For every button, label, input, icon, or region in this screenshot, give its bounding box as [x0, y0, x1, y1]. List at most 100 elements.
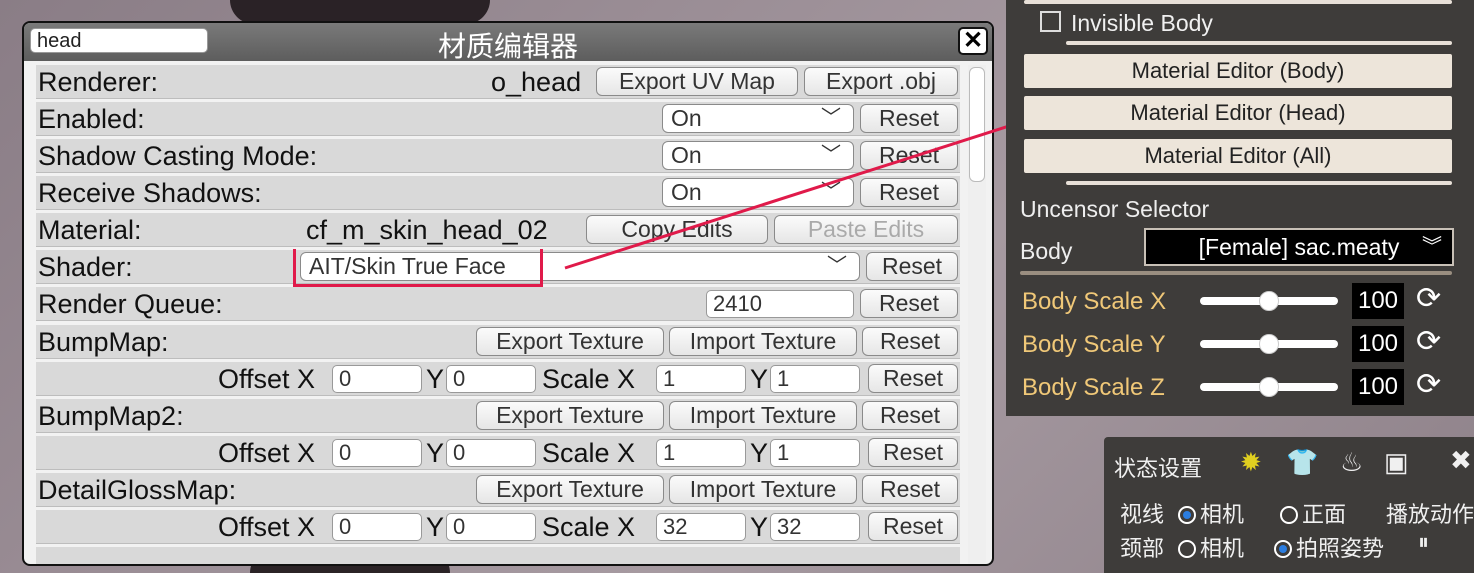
- bumpmap2-scale-y-input[interactable]: 1: [770, 439, 860, 467]
- body-scale-z-reset-icon[interactable]: ⟳: [1416, 367, 1441, 402]
- render-queue-input[interactable]: 2410: [706, 290, 854, 318]
- status-settings-title: 状态设置: [1114, 456, 1203, 481]
- bumpmap2-offset-y-input[interactable]: 0: [446, 439, 536, 467]
- material-value: cf_m_skin_head_02: [306, 215, 548, 245]
- detailglossmap-import-texture-button[interactable]: Import Texture: [669, 475, 857, 504]
- receive-shadows-label: Receive Shadows:: [38, 178, 262, 208]
- y-label: Y: [426, 364, 445, 394]
- shadow-casting-label: Shadow Casting Mode:: [38, 141, 318, 171]
- close-icon[interactable]: ✖: [1450, 445, 1472, 476]
- enabled-reset-button[interactable]: Reset: [860, 104, 958, 133]
- detailglossmap-scale-y-input[interactable]: 32: [770, 513, 860, 541]
- body-scale-x-value[interactable]: 100: [1352, 283, 1404, 319]
- shadow-casting-row: Shadow Casting Mode: On ﹀ Reset: [36, 139, 960, 173]
- material-editor-body-button[interactable]: Material Editor (Body): [1024, 54, 1452, 88]
- receive-shadows-dropdown[interactable]: On ﹀: [662, 178, 854, 207]
- y-label: Y: [426, 512, 445, 542]
- body-dropdown[interactable]: [Female] sac.meaty ︾: [1144, 228, 1454, 266]
- body-scale-y-value[interactable]: 100: [1352, 326, 1404, 362]
- body-scale-y-knob[interactable]: [1259, 334, 1279, 354]
- copy-edits-button[interactable]: Copy Edits: [586, 215, 768, 244]
- body-scale-x-reset-icon[interactable]: ⟳: [1416, 281, 1441, 316]
- detailglossmap-row: DetailGlossMap: Export Texture Import Te…: [36, 473, 960, 507]
- bumpmap2-offset-x-input[interactable]: 0: [332, 439, 422, 467]
- enabled-dropdown[interactable]: On ﹀: [662, 104, 854, 133]
- radio-selected-icon: [1274, 540, 1292, 558]
- chevron-down-icon: ﹀: [821, 181, 841, 203]
- bumpmap-offset-reset-button[interactable]: Reset: [868, 364, 958, 393]
- neck-photo-pose-radio[interactable]: 拍照姿势: [1274, 531, 1384, 563]
- detailglossmap-label: DetailGlossMap:: [38, 475, 237, 505]
- window-title: 材质编辑器: [437, 31, 578, 62]
- bumpmap2-label: BumpMap2:: [38, 401, 184, 431]
- chevron-down-icon: ﹀: [827, 255, 847, 277]
- gaze-camera-radio[interactable]: 相机: [1178, 497, 1244, 529]
- shadow-casting-value: On: [671, 142, 702, 168]
- bumpmap-row: BumpMap: Export Texture Import Texture R…: [36, 325, 960, 359]
- bumpmap-scale-y-input[interactable]: 1: [770, 365, 860, 393]
- detailglossmap-offset-y-input[interactable]: 0: [446, 513, 536, 541]
- detailglossmap-reset-button[interactable]: Reset: [862, 475, 958, 504]
- detailglossmap-offset-reset-button[interactable]: Reset: [868, 512, 958, 541]
- enabled-value: On: [671, 105, 702, 131]
- renderer-value: o_head: [491, 67, 582, 97]
- chevron-down-icon: ﹀: [821, 144, 841, 166]
- clothing-icon[interactable]: 👕: [1286, 447, 1318, 478]
- receive-shadows-reset-button[interactable]: Reset: [860, 178, 958, 207]
- bumpmap-reset-button[interactable]: Reset: [862, 327, 958, 356]
- material-editor-window: head 材质编辑器 ✕ Renderer: o_head Export UV …: [22, 21, 994, 566]
- bumpmap2-reset-button[interactable]: Reset: [862, 401, 958, 430]
- scale-x-label: Scale X: [542, 364, 636, 394]
- body-scale-z-knob[interactable]: [1259, 377, 1279, 397]
- bumpmap2-offset-row: Offset X 0 Y 0 Scale X 1 Y 1 Reset: [36, 436, 960, 470]
- detailglossmap-scale-x-input[interactable]: 32: [656, 513, 746, 541]
- bumpmap-scale-x-input[interactable]: 1: [656, 365, 746, 393]
- shader-label: Shader:: [38, 252, 133, 282]
- render-queue-row: Render Queue: 2410 Reset: [36, 287, 960, 321]
- radio-icon: [1280, 506, 1298, 524]
- gaze-camera-label: 相机: [1200, 502, 1245, 527]
- bumpmap-export-texture-button[interactable]: Export Texture: [476, 327, 664, 356]
- annotation-highlight-box: [293, 249, 543, 287]
- play-motion-label[interactable]: 播放动作: [1386, 497, 1474, 529]
- render-queue-reset-button[interactable]: Reset: [860, 289, 958, 318]
- uncensor-selector-heading: Uncensor Selector: [1020, 196, 1210, 222]
- detailglossmap-offset-x-input[interactable]: 0: [332, 513, 422, 541]
- scrollbar[interactable]: [968, 65, 986, 564]
- detailglossmap-offset-row: Offset X 0 Y 0 Scale X 32 Y 32 Reset: [36, 510, 960, 544]
- radio-icon: [1178, 540, 1196, 558]
- export-uv-map-button[interactable]: Export UV Map: [596, 67, 798, 96]
- body-scale-z-value[interactable]: 100: [1352, 369, 1404, 405]
- body-scale-y-reset-icon[interactable]: ⟳: [1416, 324, 1441, 359]
- shader-reset-button[interactable]: Reset: [866, 252, 958, 281]
- pause-icon[interactable]: ⏸: [1418, 529, 1429, 555]
- title-bar[interactable]: head 材质编辑器 ✕: [24, 23, 992, 62]
- gear-icon[interactable]: ✹: [1240, 447, 1262, 478]
- neck-camera-radio[interactable]: 相机: [1178, 531, 1244, 563]
- bumpmap2-import-texture-button[interactable]: Import Texture: [669, 401, 857, 430]
- invisible-body-checkbox[interactable]: Invisible Body: [1040, 10, 1213, 37]
- scrollbar-thumb[interactable]: [969, 67, 985, 182]
- material-editor-all-button[interactable]: Material Editor (All): [1024, 139, 1452, 173]
- image-icon[interactable]: ▣: [1384, 447, 1409, 478]
- material-editor-head-button[interactable]: Material Editor (Head): [1024, 96, 1452, 130]
- bumpmap-import-texture-button[interactable]: Import Texture: [669, 327, 857, 356]
- shadow-casting-reset-button[interactable]: Reset: [860, 141, 958, 170]
- divider: [1066, 41, 1452, 45]
- partial-row: [36, 547, 960, 564]
- paste-edits-button[interactable]: Paste Edits: [774, 215, 958, 244]
- bumpmap2-scale-x-input[interactable]: 1: [656, 439, 746, 467]
- bumpmap2-export-texture-button[interactable]: Export Texture: [476, 401, 664, 430]
- export-obj-button[interactable]: Export .obj: [804, 67, 958, 96]
- light-bulb-icon[interactable]: ♨: [1340, 447, 1363, 478]
- bumpmap-offset-x-input[interactable]: 0: [332, 365, 422, 393]
- gaze-front-radio[interactable]: 正面: [1280, 497, 1346, 529]
- renderer-label: Renderer:: [38, 67, 159, 97]
- close-button[interactable]: ✕: [958, 27, 988, 55]
- divider: [1020, 271, 1452, 275]
- shadow-casting-dropdown[interactable]: On ﹀: [662, 141, 854, 170]
- detailglossmap-export-texture-button[interactable]: Export Texture: [476, 475, 664, 504]
- body-scale-x-knob[interactable]: [1259, 291, 1279, 311]
- bumpmap2-offset-reset-button[interactable]: Reset: [868, 438, 958, 467]
- bumpmap-offset-y-input[interactable]: 0: [446, 365, 536, 393]
